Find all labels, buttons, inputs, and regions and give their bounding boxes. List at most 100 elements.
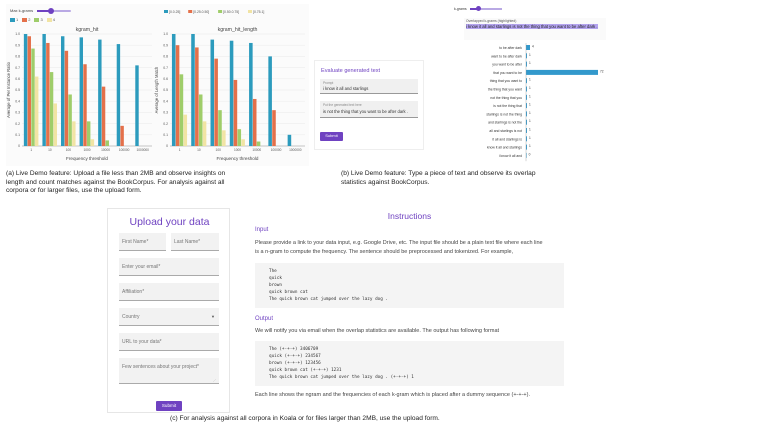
bar — [233, 79, 238, 146]
bar — [237, 129, 242, 146]
code-line: brown — [269, 283, 282, 288]
legend-swatch — [22, 17, 28, 22]
prompt-field[interactable]: Prompt i know it all and starlings — [320, 79, 418, 94]
legend-label: 4 — [52, 17, 55, 22]
panel-a-demo: Max k-grams 1 2 3 4 kgram_hit 0 0.1 0.2 0.3 0.4 0… — [6, 4, 309, 166]
bar — [526, 45, 530, 50]
code-line: quick brown cat (+-+-+) 1231 — [269, 368, 342, 373]
legend-swatch — [248, 10, 252, 13]
legend-label: 2 — [28, 17, 31, 22]
bar — [222, 130, 226, 146]
row-label: all and starlings is not — [489, 129, 522, 133]
last-name-field[interactable]: Last Name* — [171, 233, 219, 251]
x-axis-label: Frequency threshold — [66, 156, 108, 161]
legend-item: 3 — [34, 17, 43, 22]
kgram-slider[interactable]: k-grams — [454, 6, 502, 11]
bar — [179, 74, 184, 146]
kgram-slider-handle[interactable] — [475, 6, 481, 11]
code-line: The quick brown cat jumped over the lazy… — [269, 297, 388, 302]
evaluate-card: Evaluate generated text Prompt i know it… — [314, 60, 424, 150]
slider-handle[interactable] — [48, 7, 55, 14]
x-tick-label: 1000000 — [289, 148, 302, 152]
bar — [87, 121, 91, 146]
value-label: 1 — [529, 128, 531, 132]
slider-label: Max k-grams — [10, 8, 34, 13]
evaluate-submit-button[interactable]: Submit — [320, 132, 343, 141]
legend-item: 4 — [46, 17, 55, 22]
bar — [249, 42, 253, 146]
instructions-panel: Instructions Input Please provide a link… — [252, 208, 567, 413]
bar — [46, 42, 50, 146]
bar — [101, 86, 106, 146]
input-description-line: Please provide a link to your data input… — [255, 240, 543, 246]
kgram-hit-length-chart: [0.0.25] [0.25.0.50] [0.50.0.75] [0.75.1] kg… — [154, 10, 305, 161]
bar — [116, 44, 121, 146]
bar — [120, 125, 124, 146]
code-line: quick brown cat — [269, 290, 308, 295]
bar — [272, 110, 276, 146]
bar — [526, 69, 598, 75]
bar — [72, 121, 76, 146]
kgram-hit-chart: kgram_hit 0 0.1 0.2 0.3 0.4 0.5 0.6 0.7 0.8 0.9 1.0… — [6, 27, 152, 161]
country-select[interactable]: Country ▼ — [119, 308, 219, 326]
kgram-slider-track[interactable] — [469, 6, 502, 11]
upload-submit-button[interactable]: Submit — [156, 401, 182, 411]
x-tick-label: 1000000 — [137, 148, 150, 152]
generated-text-field[interactable]: Put the generated text here is not the t… — [320, 101, 418, 118]
legend-item: 2 — [22, 17, 30, 22]
caption-b-line: (b) Live Demo feature: Type a piece of t… — [341, 170, 536, 177]
upload-title: Upload your data — [129, 216, 210, 228]
legend-label: [0.75.1] — [253, 10, 264, 14]
output-example-code: The (+-+-+) 3406709 quick (+-+-+) 234567 b… — [255, 341, 564, 386]
caption-a-line: corpora or for larger files, use the upl… — [6, 187, 142, 194]
x-tick-label: 10000 — [252, 148, 261, 152]
bar — [171, 34, 176, 146]
bar — [202, 121, 207, 146]
x-tick-label: 100 — [66, 148, 72, 152]
generated-value: is not the thing that you want to be aft… — [323, 109, 408, 114]
project-description-field[interactable]: Few sentences about your project* ⋰ — [119, 358, 219, 384]
affiliation-field[interactable]: Affiliation* — [119, 283, 219, 301]
value-label: 1 — [529, 86, 531, 90]
resize-handle-icon[interactable]: ⋰ — [213, 378, 216, 382]
generated-label: Put the generated text here — [323, 103, 362, 107]
y-tick-label: 0.3 — [15, 111, 20, 115]
x-tick-label: 1000 — [234, 148, 241, 152]
value-label: 1 — [529, 111, 531, 115]
kgram-label: k-grams — [454, 7, 467, 11]
caption-b-line: statistics against BookCorpus. — [341, 178, 430, 186]
legend-swatch — [188, 10, 193, 13]
legend-label: [0.25.0.50] — [193, 10, 209, 14]
x-tick-label: 100000 — [271, 148, 282, 152]
kgram-legend: 1 2 3 4 — [10, 17, 55, 22]
legend-item: 1 — [10, 17, 18, 22]
email-field[interactable]: Enter your email* — [119, 258, 219, 276]
output-heading: Output — [255, 316, 274, 322]
bar — [210, 39, 215, 146]
y-tick-label: 1.0 — [163, 32, 168, 36]
row-label: and starlings is not the — [488, 121, 522, 125]
x-tick-label: 100 — [216, 148, 222, 152]
value-label: 1 — [529, 144, 531, 148]
code-line: The (+-+-+) 3406709 — [269, 347, 319, 352]
row-label: it all and starlings is — [492, 137, 522, 141]
data-url-field[interactable]: URL to your data* — [119, 333, 219, 351]
y-tick-label: 0.9 — [15, 43, 20, 47]
slider-track[interactable] — [37, 7, 72, 14]
y-tick-label: 0.1 — [163, 133, 168, 137]
first-name-field[interactable]: First Name* — [119, 233, 166, 251]
bar — [195, 47, 199, 146]
value-label: 1 — [529, 119, 531, 123]
bar — [79, 37, 83, 146]
y-tick-label: 0.8 — [15, 55, 20, 59]
row-label: thing that you want to — [490, 79, 522, 83]
prompt-value: i know it all and starlings — [323, 86, 369, 91]
y-axis-label: Average of Length Match — [154, 66, 159, 113]
legend-label: 1 — [16, 17, 19, 22]
x-axis-label: Frequency threshold — [217, 156, 259, 161]
max-kgrams-slider[interactable]: Max k-grams — [10, 7, 72, 14]
bar — [42, 34, 46, 146]
y-tick-label: 0.2 — [15, 122, 20, 126]
caption-a-line: (a) Live Demo feature: Upload a file les… — [6, 170, 226, 177]
legend-label: [0.50.0.75] — [223, 10, 239, 14]
